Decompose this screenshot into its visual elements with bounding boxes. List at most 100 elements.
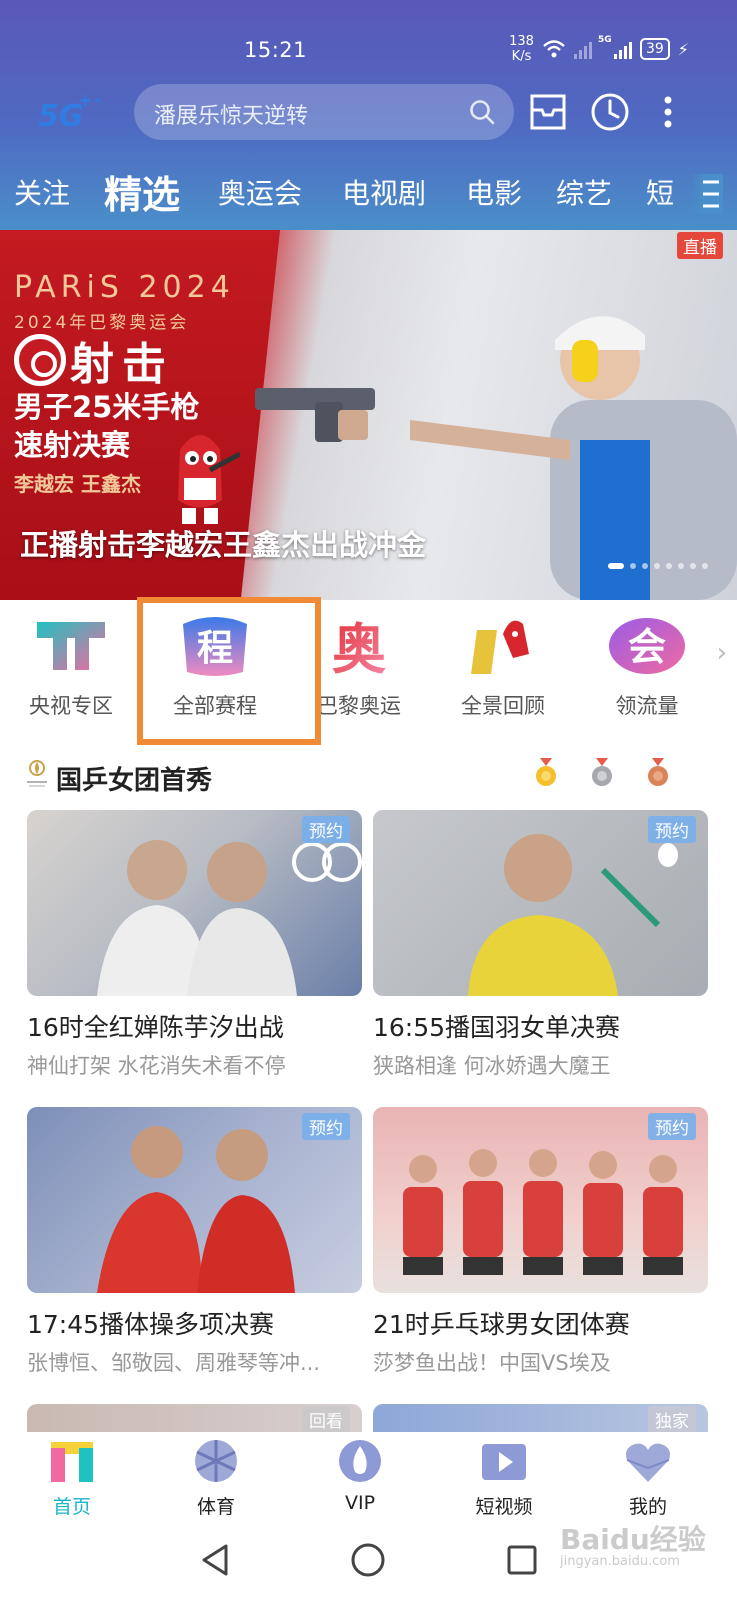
- signal-sim1-icon: [573, 39, 592, 59]
- card-subtitle: 狭路相逢 何冰娇遇大魔王: [373, 1054, 611, 1078]
- card-title: 16:55播国羽女单决赛: [373, 1013, 621, 1042]
- tab-featured[interactable]: 精选: [104, 164, 180, 219]
- tab-menu-icon[interactable]: [691, 174, 723, 214]
- gold-medal-icon: [536, 758, 556, 786]
- carousel-dot: [608, 563, 624, 569]
- video-card[interactable]: 预约 17:45播体操多项决赛 张博恒、邹敬园、周雅琴等冲...: [27, 1107, 362, 1377]
- card-title: 21时乒乓球男女团体赛: [373, 1310, 630, 1339]
- carousel-dot: [630, 563, 636, 569]
- video-card-partial[interactable]: 独家: [373, 1404, 708, 1434]
- card-badge: 预约: [302, 816, 350, 843]
- search-placeholder: 潘展乐惊天逆转: [154, 104, 309, 129]
- search-icon[interactable]: [468, 98, 496, 126]
- short-video-icon: [482, 1444, 526, 1480]
- chevron-right-icon[interactable]: ›: [717, 638, 727, 668]
- paris-olympics-icon: 奥: [332, 618, 386, 681]
- video-card[interactable]: 预约 16时全红婵陈芋汐出战 神仙打架 水花消失术看不停: [27, 810, 362, 1080]
- bottom-nav: 首页 体育 VIP 短视频 我的: [0, 1432, 737, 1520]
- video-card-partial[interactable]: 回看: [27, 1404, 362, 1434]
- card-badge: 独家: [648, 1406, 696, 1433]
- highlight-box: [137, 597, 321, 745]
- status-time: 15:21: [244, 38, 308, 62]
- card-subtitle: 莎梦鱼出战！中国VS埃及: [373, 1351, 611, 1375]
- video-card[interactable]: 预约 16:55播国羽女单决赛 狭路相逢 何冰娇遇大魔王: [373, 810, 708, 1080]
- svg-text:++: ++: [78, 90, 100, 111]
- athlete-names: 李越宏 王鑫杰: [14, 472, 141, 496]
- review-icon: [471, 620, 529, 674]
- card-title: 17:45播体操多项决赛: [27, 1310, 275, 1339]
- hero-banner[interactable]: 直播 PARiS 2024 2024年巴黎奥运会 射击 男子25米手枪 速射决赛…: [0, 230, 737, 600]
- svg-text:会: 会: [628, 625, 666, 669]
- status-icons: 138 K/s 5G 39 ⚡: [509, 34, 689, 64]
- nav-profile[interactable]: 我的: [598, 1438, 698, 1519]
- entry-get-data[interactable]: 会 领流量: [582, 614, 712, 720]
- home-icon: [51, 1442, 93, 1482]
- card-thumbnail: 预约: [27, 810, 362, 996]
- search-bar[interactable]: 潘展乐惊天逆转: [134, 84, 514, 140]
- charging-icon: ⚡: [677, 39, 689, 59]
- sports-icon: [195, 1440, 237, 1482]
- tab-variety[interactable]: 综艺: [556, 172, 612, 212]
- card-badge: 预约: [648, 816, 696, 843]
- tab-short[interactable]: 短: [646, 172, 674, 212]
- home-circle-icon[interactable]: [348, 1540, 388, 1580]
- app-header: 15:21 138 K/s 5G 39 ⚡ 5G ++: [0, 0, 737, 230]
- sport-title: 射击: [70, 339, 174, 390]
- section-title: 国乒女团首秀: [56, 766, 213, 796]
- live-badge: 直播: [677, 232, 723, 259]
- bronze-medal-icon: [648, 758, 668, 786]
- tab-tv-series[interactable]: 电视剧: [342, 172, 426, 212]
- shooting-target-icon: [14, 334, 66, 386]
- carousel-dots: [608, 563, 708, 569]
- nav-vip[interactable]: VIP: [310, 1438, 410, 1514]
- carousel-dot: [666, 563, 672, 569]
- card-thumbnail: 预约: [27, 1107, 362, 1293]
- card-thumbnail: 预约: [373, 810, 708, 996]
- card-subtitle: 张博恒、邹敬园、周雅琴等冲...: [27, 1351, 321, 1375]
- carousel-dot: [678, 563, 684, 569]
- net-speed: 138 K/s: [509, 34, 534, 64]
- carousel-dot: [690, 563, 696, 569]
- paris-emblem-icon: [27, 760, 47, 787]
- svg-text:5G: 5G: [38, 99, 84, 134]
- silver-medal-icon: [592, 758, 612, 786]
- nav-home[interactable]: 首页: [22, 1438, 122, 1519]
- inbox-icon[interactable]: [526, 90, 570, 134]
- card-subtitle: 神仙打架 水花消失术看不停: [27, 1054, 286, 1078]
- more-vertical-icon[interactable]: [656, 90, 680, 134]
- top-bar: 5G ++ 潘展乐惊天逆转: [0, 82, 737, 142]
- signal-5g-icon: 5G: [598, 35, 632, 59]
- card-title: 16时全红婵陈芋汐出战: [27, 1013, 284, 1042]
- tab-movies[interactable]: 电影: [466, 172, 522, 212]
- card-badge: 预约: [648, 1113, 696, 1140]
- battery-icon: 39: [639, 38, 670, 60]
- data-icon: 会: [609, 618, 685, 674]
- quick-entries: 央视专区 程 全部赛程 奥 巴黎奥运 全景回顾 会 领流量 ›: [0, 600, 737, 730]
- card-thumbnail: 预约: [373, 1107, 708, 1293]
- tab-olympics[interactable]: 奥运会: [218, 172, 302, 212]
- recents-icon[interactable]: [502, 1540, 542, 1580]
- category-tabs: 关注 精选 奥运会 电视剧 电影 综艺 短: [0, 160, 737, 226]
- card-badge: 预约: [302, 1113, 350, 1140]
- nav-sports[interactable]: 体育: [166, 1438, 266, 1519]
- carousel-dot: [702, 563, 708, 569]
- status-bar: 15:21 138 K/s 5G 39 ⚡: [0, 26, 737, 74]
- entry-panorama-review[interactable]: 全景回顾: [438, 614, 568, 720]
- vip-icon: [339, 1440, 381, 1482]
- back-icon[interactable]: [196, 1540, 236, 1580]
- baidu-watermark: Baidu经验 jingyan.baidu.com: [560, 1523, 706, 1569]
- carousel-dot: [642, 563, 648, 569]
- video-card[interactable]: 预约 21时乒乓球男女团体赛 莎梦鱼出战！中国VS埃及: [373, 1107, 708, 1377]
- carousel-dot: [654, 563, 660, 569]
- entry-cctv-zone[interactable]: 央视专区: [6, 614, 136, 720]
- nav-short-video[interactable]: 短视频: [454, 1438, 554, 1519]
- paris-2024-logo: PARiS 2024: [14, 270, 235, 305]
- cctv-zone-icon: [37, 622, 105, 670]
- card-badge: 回看: [302, 1406, 350, 1433]
- tab-follow[interactable]: 关注: [14, 172, 70, 212]
- 5g-logo-icon: 5G ++: [38, 90, 100, 134]
- section-header: 国乒女团首秀: [0, 752, 737, 802]
- history-clock-icon[interactable]: [588, 90, 632, 134]
- wifi-icon: [543, 40, 565, 58]
- svg-text:奥: 奥: [332, 618, 386, 678]
